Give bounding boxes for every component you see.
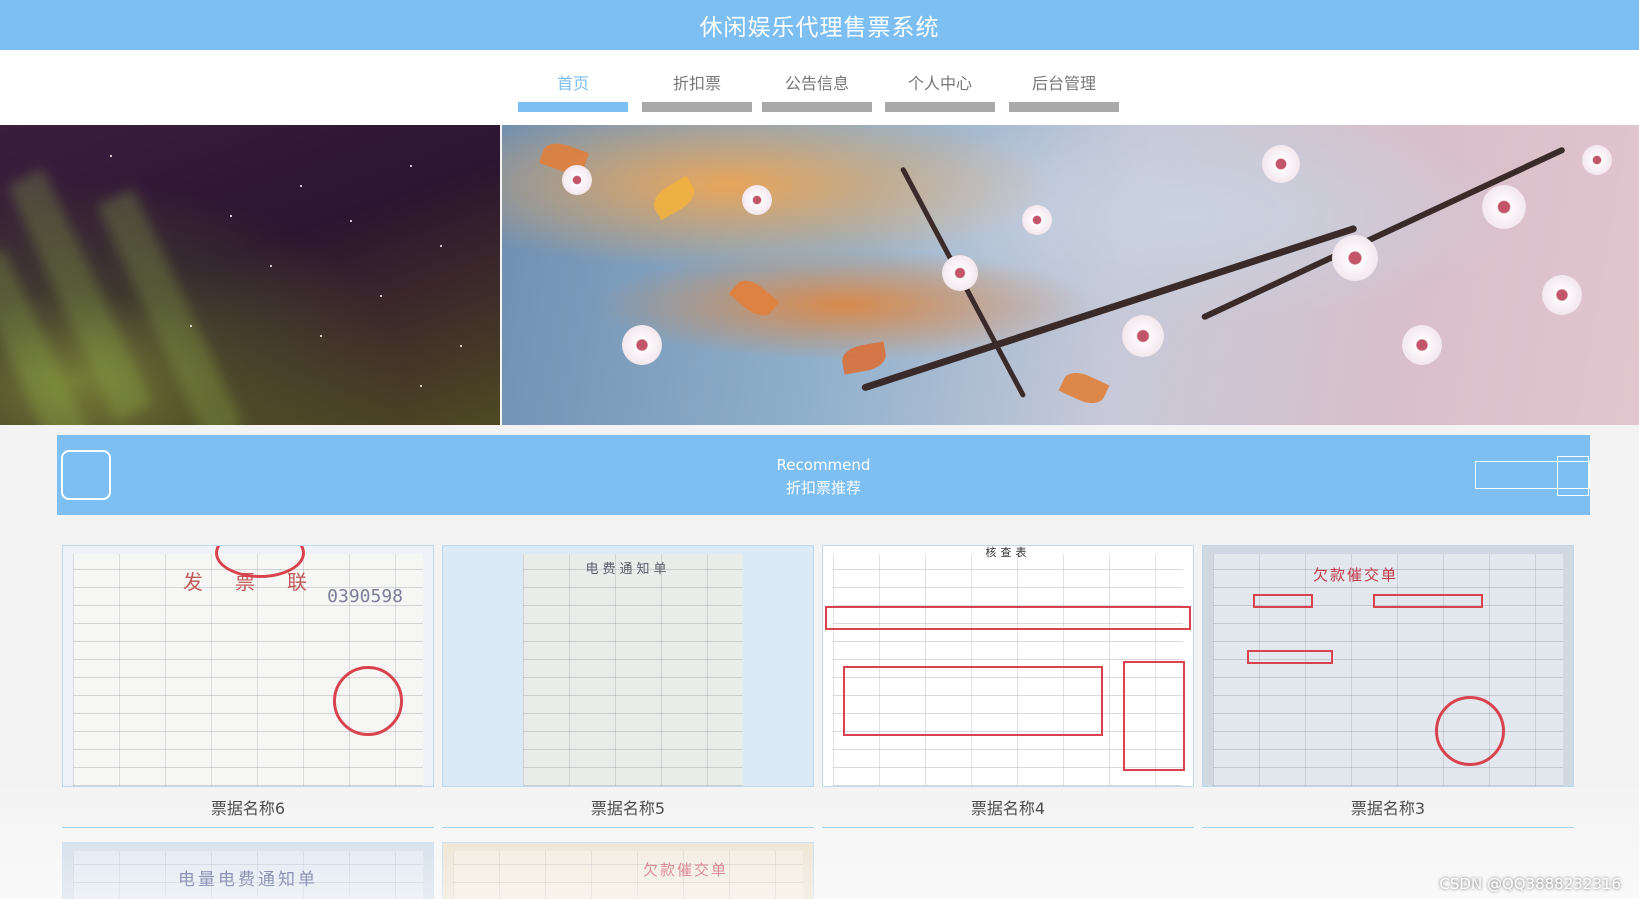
thumb-doc-title: 欠款催交单	[1313, 566, 1399, 584]
nav-item-discount-tickets[interactable]: 折扣票	[642, 72, 752, 112]
nav-label: 个人中心	[907, 74, 972, 93]
card-divider	[442, 827, 814, 828]
nav-item-admin[interactable]: 后台管理	[1009, 72, 1119, 112]
nav-indicator	[642, 102, 752, 112]
ticket-image[interactable]: 核查表	[822, 545, 1194, 787]
highlight-box	[1247, 650, 1333, 664]
recommend-title-en: Recommend	[776, 456, 871, 474]
card-divider	[822, 827, 1194, 828]
banner-slide-blossoms	[502, 125, 1639, 425]
highlight-box	[1373, 594, 1483, 608]
banner-carousel[interactable]	[0, 125, 1639, 425]
thumb-doc-title: 欠款催交单	[643, 861, 729, 879]
recommend-section-header: Recommend 折扣票推荐	[57, 435, 1590, 515]
watermark: CSDN @QQ3888232316	[1439, 875, 1621, 893]
carousel-next-inner-box	[1557, 456, 1589, 496]
nav-item-announcements[interactable]: 公告信息	[762, 72, 872, 112]
header-bar: 休闲娱乐代理售票系统	[0, 0, 1639, 50]
ticket-card[interactable]: 欠款催交单	[442, 842, 814, 899]
nav-label: 公告信息	[784, 74, 849, 93]
banner-slide-night-sky	[0, 125, 500, 425]
bill-thumbnail	[523, 554, 743, 786]
highlight-box	[1123, 661, 1185, 771]
ticket-card[interactable]: 发 票 联 0390598 票据名称6	[62, 545, 434, 828]
ticket-image[interactable]: 欠款催交单	[1202, 545, 1574, 787]
ticket-name[interactable]: 票据名称4	[822, 795, 1194, 819]
ticket-image[interactable]: 电费通知单	[442, 545, 814, 787]
nav-label: 折扣票	[672, 74, 721, 93]
thumb-doc-title: 核查表	[985, 546, 1031, 559]
main-nav: 首页 折扣票 公告信息 个人中心 后台管理	[0, 50, 1639, 125]
ticket-card[interactable]: 核查表 票据名称4	[822, 545, 1194, 828]
ticket-name[interactable]: 票据名称3	[1202, 795, 1574, 819]
ticket-card[interactable]: 电费通知单 票据名称5	[442, 545, 814, 828]
nav-indicator	[1009, 102, 1119, 112]
nav-indicator	[762, 102, 872, 112]
card-divider	[1202, 827, 1574, 828]
red-stamp	[333, 666, 403, 736]
thumb-doc-title: 电费通知单	[585, 562, 671, 577]
ticket-image[interactable]: 欠款催交单	[442, 842, 814, 899]
thumb-doc-number: 0390598	[327, 586, 403, 607]
nav-label: 后台管理	[1031, 74, 1096, 93]
nav-item-home[interactable]: 首页	[518, 72, 628, 112]
notice-thumbnail	[1213, 554, 1563, 786]
ticket-name[interactable]: 票据名称6	[62, 795, 434, 819]
notice-thumbnail	[453, 851, 803, 899]
thumb-doc-title: 电量电费通知单	[178, 870, 318, 890]
carousel-next-button[interactable]	[1475, 456, 1590, 496]
highlight-box	[825, 606, 1191, 630]
ticket-image[interactable]: 发 票 联 0390598	[62, 545, 434, 787]
card-divider	[62, 827, 434, 828]
highlight-box	[843, 666, 1103, 736]
nav-indicator	[885, 102, 995, 112]
red-stamp	[1435, 696, 1505, 766]
nav-item-profile[interactable]: 个人中心	[885, 72, 995, 112]
ticket-card[interactable]: 电量电费通知单	[62, 842, 434, 899]
ticket-grid: 发 票 联 0390598 票据名称6 电费通知单 票据名称5 核查表 票据名称…	[62, 545, 1582, 899]
nav-label: 首页	[556, 74, 589, 93]
recommend-title-cn: 折扣票推荐	[785, 479, 861, 497]
ticket-name[interactable]: 票据名称5	[442, 795, 814, 819]
nav-active-indicator	[518, 102, 628, 112]
ticket-image[interactable]: 电量电费通知单	[62, 842, 434, 899]
site-title: 休闲娱乐代理售票系统	[699, 15, 940, 41]
ticket-card[interactable]: 欠款催交单 票据名称3	[1202, 545, 1574, 828]
highlight-box	[1253, 594, 1313, 608]
